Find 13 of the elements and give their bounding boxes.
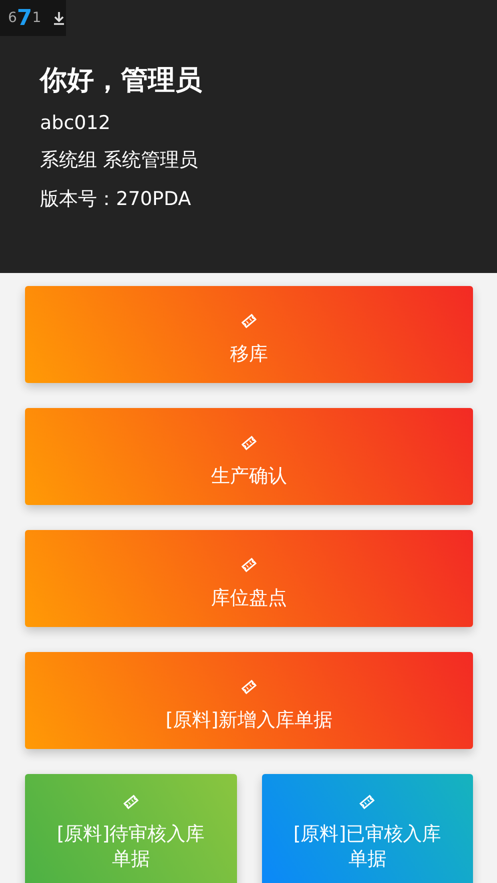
menu-button[interactable]: 移库 <box>25 286 473 383</box>
user-info-text: abc012 <box>40 112 110 134</box>
user-info-text: 系统组 系统管理员 <box>40 148 198 173</box>
user-info-text: 版本号：270PDA <box>40 187 192 212</box>
menu-button[interactable]: [原料]待审核入库单据 <box>25 774 236 883</box>
greeting-title: 你好，管理员 <box>40 64 202 98</box>
menu-button[interactable]: [原料]新增入库单据 <box>25 652 473 749</box>
status-text: 6 <box>8 10 17 26</box>
menu-button[interactable]: 库位盘点 <box>25 530 473 627</box>
menu-button[interactable]: [原料]已审核入库单据 <box>262 774 473 883</box>
status-text: 7 <box>16 6 32 30</box>
status-text: 1 <box>32 10 42 26</box>
menu-button[interactable]: 生产确认 <box>25 408 473 505</box>
